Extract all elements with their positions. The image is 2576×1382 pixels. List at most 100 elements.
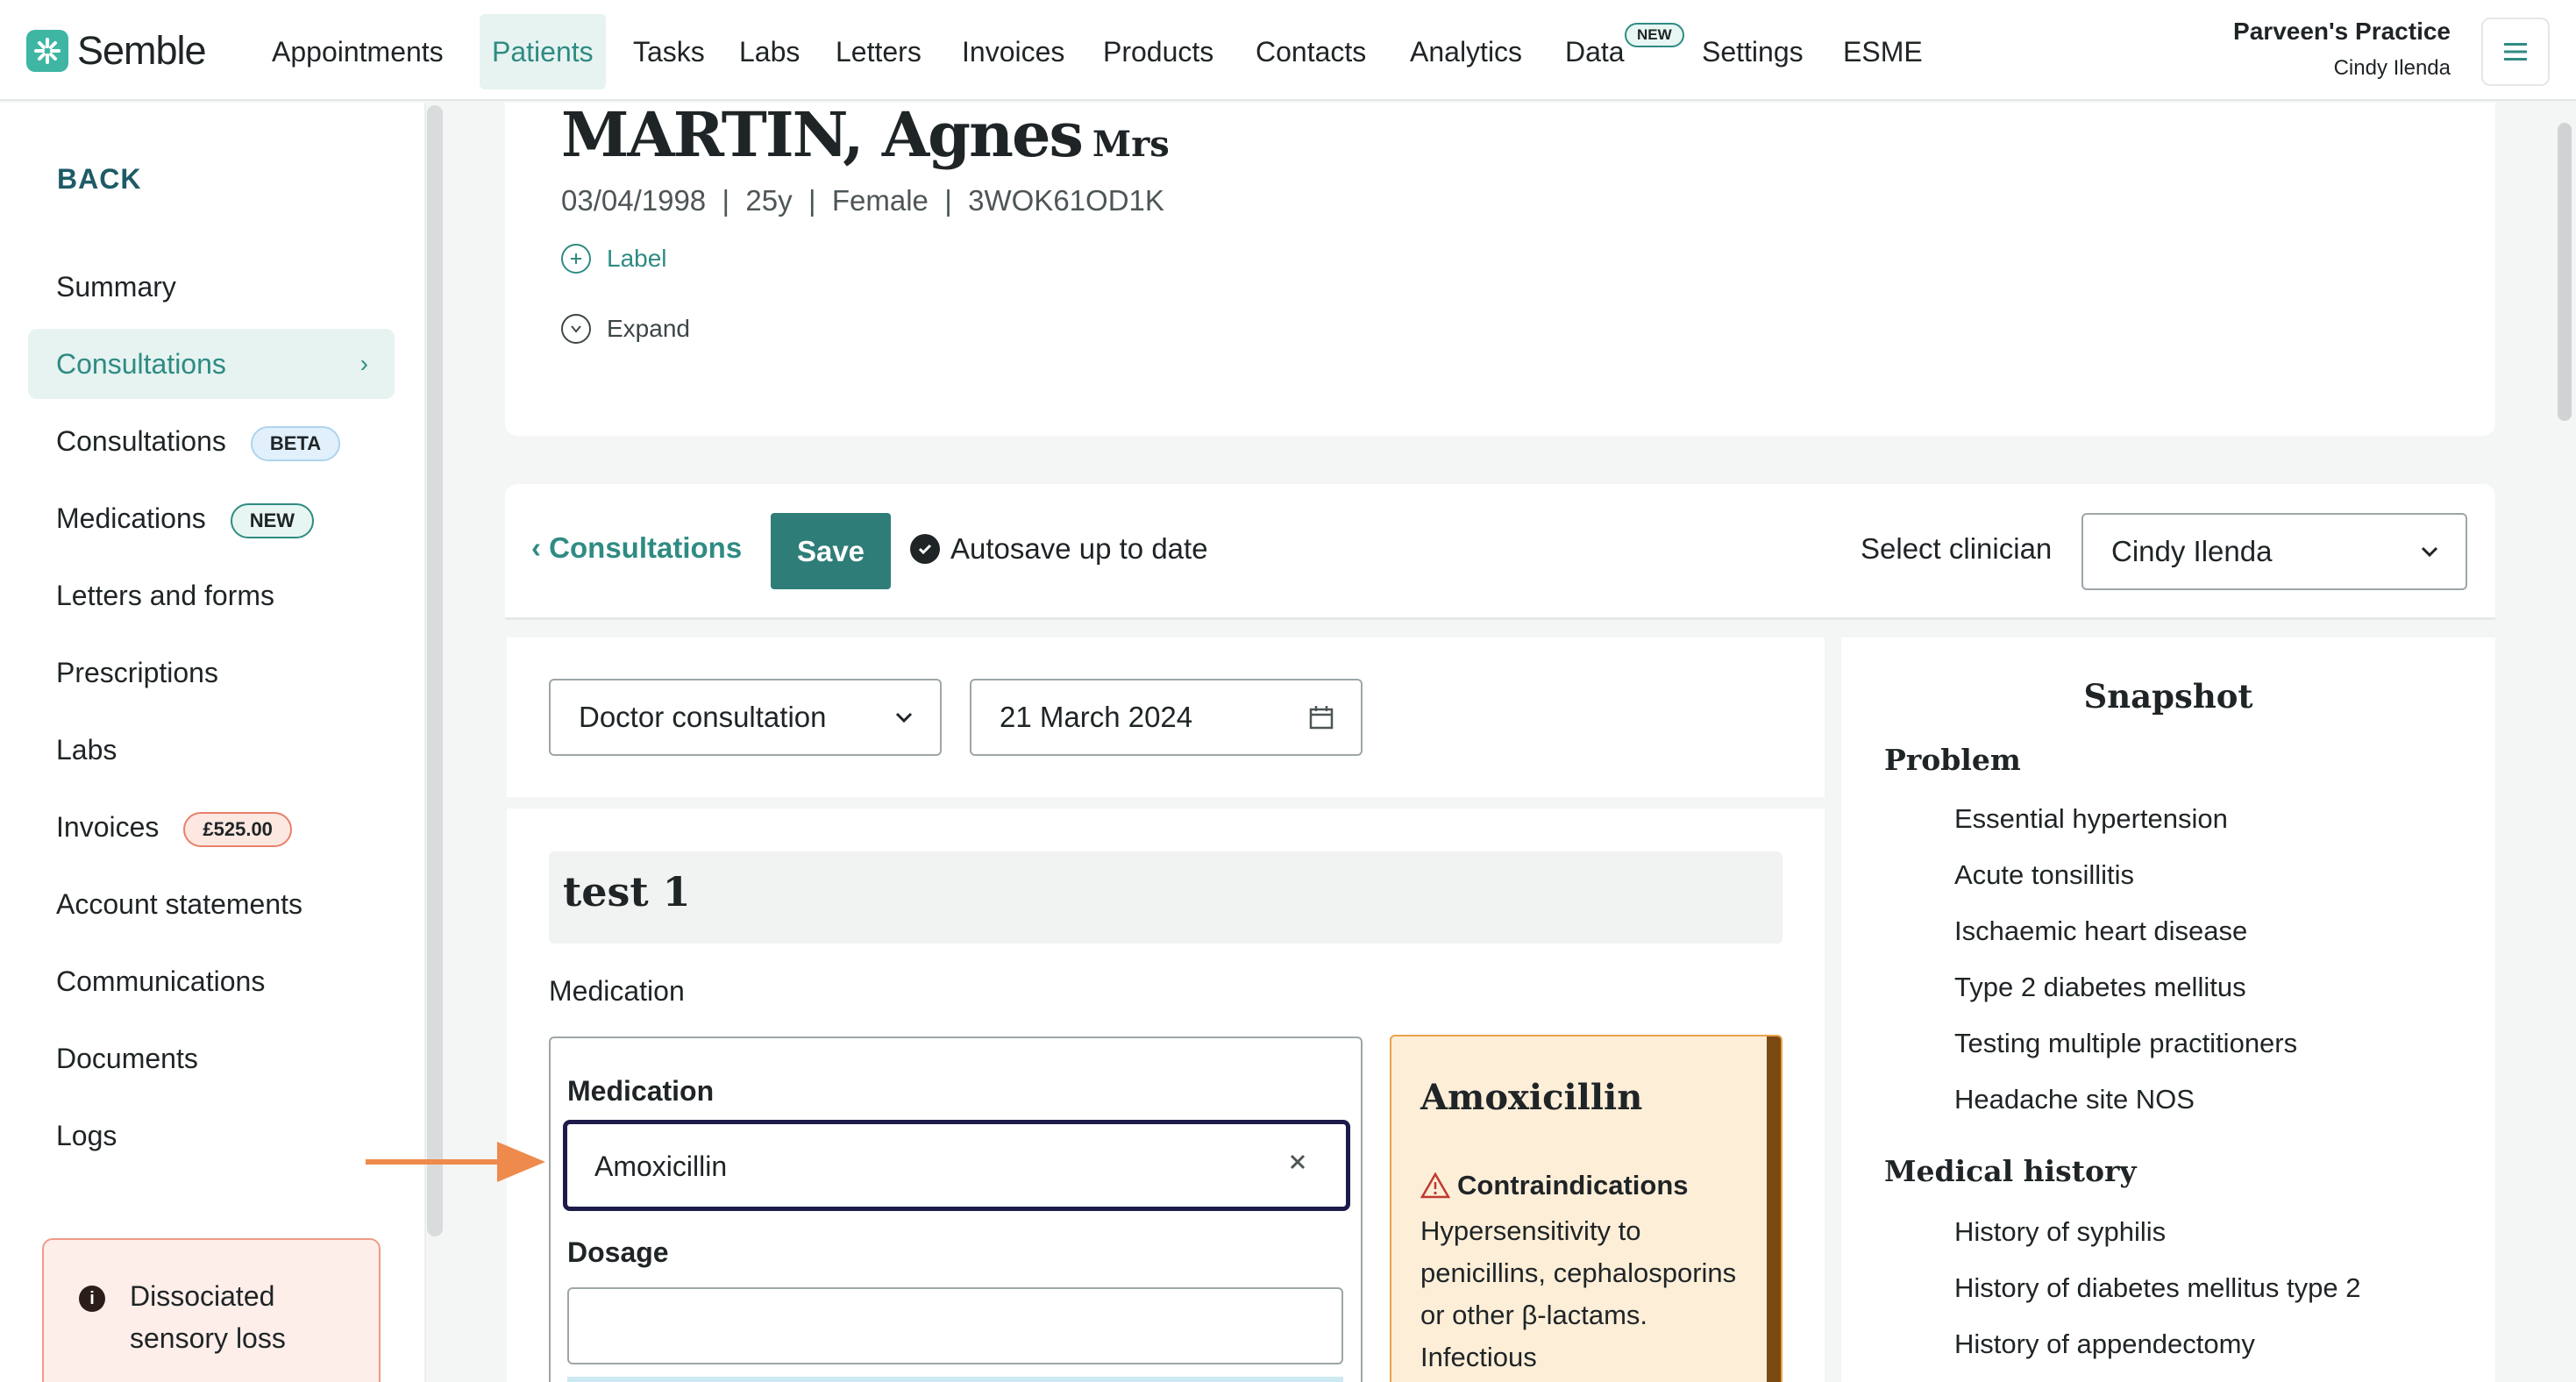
sidebar-item-label: Documents xyxy=(56,1043,198,1074)
sidebar-divider xyxy=(424,103,426,1382)
nav-products[interactable]: Products xyxy=(1091,14,1226,89)
autosave-text: Autosave up to date xyxy=(950,532,1208,565)
practice-name[interactable]: Parveen's Practice xyxy=(2100,18,2451,46)
snapshot-title: Snapshot xyxy=(2083,677,2253,716)
save-button[interactable]: Save xyxy=(771,513,891,589)
sidebar-item-label: Medications xyxy=(56,502,206,534)
next-field-edge xyxy=(567,1377,1343,1382)
section-title-box[interactable] xyxy=(549,851,1783,944)
sidebar-item-communications[interactable]: Communications xyxy=(28,946,395,1016)
nav-appointments[interactable]: Appointments xyxy=(260,14,456,89)
autosave-status: Autosave up to date xyxy=(910,532,1208,566)
nav-tasks[interactable]: Tasks xyxy=(621,14,717,89)
warning-icon xyxy=(1420,1172,1450,1199)
problem-item: Testing multiple practitioners xyxy=(1954,1028,2298,1058)
consultation-type-select[interactable]: Doctor consultation xyxy=(549,679,942,756)
sidebar-item-label: Labs xyxy=(56,734,117,766)
drug-card-accent-strip xyxy=(1767,1036,1781,1382)
sidebar-item-account-statements[interactable]: Account statements xyxy=(28,869,395,939)
sidebar-item-logs[interactable]: Logs xyxy=(28,1101,395,1171)
problem-item: Type 2 diabetes mellitus xyxy=(1954,972,2246,1002)
calendar-icon[interactable] xyxy=(1308,704,1334,730)
sidebar-scrollbar[interactable] xyxy=(427,105,443,1236)
nav-esme[interactable]: ESME xyxy=(1831,14,1935,89)
medical-history-heading: Medical history xyxy=(1884,1154,2137,1188)
current-user-name[interactable]: Cindy Ilenda xyxy=(2100,56,2451,81)
info-icon: i xyxy=(79,1286,105,1312)
sidebar-item-label: Invoices xyxy=(56,811,160,843)
semble-logo-icon xyxy=(26,30,68,72)
expand-link[interactable]: Expand xyxy=(561,314,690,344)
history-item: History of syphilis xyxy=(1954,1216,2167,1247)
patient-demographics: 03/04/1998 | 25y | Female | 3WOK61OD1K xyxy=(561,184,1164,217)
add-label-link[interactable]: Label xyxy=(561,244,667,274)
clear-icon[interactable] xyxy=(1284,1149,1311,1175)
clinician-select-value: Cindy Ilenda xyxy=(2111,535,2273,567)
consultation-type-value: Doctor consultation xyxy=(579,701,827,733)
medication-section-heading: Medication xyxy=(549,975,685,1007)
patient-title: Mrs xyxy=(1092,124,1170,165)
plus-circle-icon xyxy=(561,244,591,274)
top-navbar: Semble Appointments Patients Tasks Labs … xyxy=(0,0,2576,101)
sidebar-item-label: Summary xyxy=(56,271,176,303)
sidebar-item-labs[interactable]: Labs xyxy=(28,715,395,785)
contraindications-title: Contraindications xyxy=(1457,1170,1689,1200)
nav-letters[interactable]: Letters xyxy=(823,14,934,89)
sidebar-item-label: Logs xyxy=(56,1120,117,1151)
sidebar-item-invoices[interactable]: Invoices £525.00 xyxy=(28,792,395,862)
nav-analytics[interactable]: Analytics xyxy=(1398,14,1534,89)
brand-name: Semble xyxy=(77,28,207,73)
problem-item: Essential hypertension xyxy=(1954,803,2228,834)
chevron-right-icon: › xyxy=(359,350,368,377)
sidebar-item-documents[interactable]: Documents xyxy=(28,1023,395,1093)
menu-button[interactable] xyxy=(2481,18,2550,86)
chevron-left-icon: ‹ xyxy=(531,531,550,564)
add-label-text: Label xyxy=(607,245,667,272)
patient-alert-card[interactable]: i Dissociated sensory loss xyxy=(42,1238,381,1382)
problem-heading: Problem xyxy=(1884,743,2021,777)
dosage-field-label: Dosage xyxy=(567,1236,669,1268)
page-scrollbar[interactable] xyxy=(2558,123,2572,421)
sidebar-item-consultations[interactable]: Consultations › xyxy=(28,329,395,399)
medication-input[interactable] xyxy=(594,1142,1278,1191)
contraindications-heading: Contraindications xyxy=(1420,1170,1689,1201)
problem-item: Headache site NOS xyxy=(1954,1084,2195,1115)
nav-invoices[interactable]: Invoices xyxy=(950,14,1077,89)
medication-field-label: Medication xyxy=(567,1075,715,1107)
dosage-input[interactable] xyxy=(567,1287,1343,1364)
consultation-date-value: 21 March 2024 xyxy=(1000,701,1193,733)
nav-labs[interactable]: Labs xyxy=(727,14,812,89)
expand-text: Expand xyxy=(607,315,690,342)
consultation-date-field[interactable]: 21 March 2024 xyxy=(970,679,1363,756)
back-to-consultations-link[interactable]: ‹ Consultations xyxy=(531,531,742,565)
nav-data-new-badge: NEW xyxy=(1625,23,1684,47)
nav-data[interactable]: Data xyxy=(1553,14,1637,89)
back-link[interactable]: BACK xyxy=(57,163,141,196)
sidebar-item-label: Consultations xyxy=(56,425,226,457)
hamburger-icon xyxy=(2504,43,2527,61)
section-title[interactable]: test 1 xyxy=(563,868,691,915)
sidebar-item-letters-and-forms[interactable]: Letters and forms xyxy=(28,560,395,630)
patient-name-text: MARTIN, Agnes xyxy=(561,98,1084,171)
nav-contacts[interactable]: Contacts xyxy=(1243,14,1378,89)
sidebar-item-label: Consultations xyxy=(56,348,226,380)
sidebar-item-medications[interactable]: Medications NEW xyxy=(28,483,395,553)
patient-name: MARTIN, Agnes Mrs xyxy=(561,98,1170,171)
nav-settings[interactable]: Settings xyxy=(1690,14,1816,89)
select-clinician-label: Select clinician xyxy=(1861,532,2053,565)
sidebar-item-label: Account statements xyxy=(56,888,303,920)
back-to-consultations-label: Consultations xyxy=(549,531,743,564)
sidebar-item-prescriptions[interactable]: Prescriptions xyxy=(28,638,395,708)
clinician-select[interactable]: Cindy Ilenda xyxy=(2081,513,2467,590)
sidebar-item-summary[interactable]: Summary xyxy=(28,252,395,322)
sidebar-item-label: Communications xyxy=(56,965,266,997)
contraindications-text: Hypersensitivity to penicillins, cephalo… xyxy=(1420,1215,1737,1372)
patient-alert-text: Dissociated sensory loss xyxy=(130,1280,286,1354)
semble-logo[interactable]: Semble xyxy=(26,26,219,75)
chevron-down-icon xyxy=(895,712,913,723)
nav-patients[interactable]: Patients xyxy=(480,14,606,89)
sidebar-item-consultations-beta[interactable]: Consultations BETA xyxy=(28,406,395,476)
chevron-down-circle-icon xyxy=(561,314,591,344)
drug-name: Amoxicillin xyxy=(1420,1077,1643,1118)
problem-item: Ischaemic heart disease xyxy=(1954,915,2248,946)
